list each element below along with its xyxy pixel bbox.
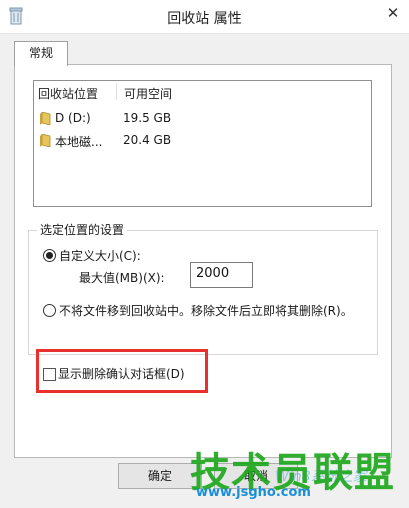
free-space-value: 19.5 GB	[123, 111, 172, 125]
close-button[interactable]: ✕	[379, 2, 407, 24]
list-header: 回收站位置 可用空间	[34, 81, 371, 103]
tab-general[interactable]: 常规	[14, 41, 68, 66]
radio-selected-dot	[46, 252, 53, 259]
confirm-delete-label[interactable]: 显示删除确认对话框(D)	[58, 365, 185, 382]
list-item[interactable]: 本地磁... 20.4 GB	[38, 131, 358, 151]
column-header-free-space[interactable]: 可用空间	[124, 85, 172, 102]
title-bar: 回收站 属性 ✕	[0, 0, 409, 34]
free-space-value: 20.4 GB	[123, 133, 172, 147]
location-name: D (D:)	[55, 111, 91, 125]
custom-size-label[interactable]: 自定义大小(C):	[59, 247, 141, 264]
column-header-location[interactable]: 回收站位置	[38, 85, 98, 102]
watermark-url: www.jsgho.com	[196, 485, 311, 500]
drive-icon	[40, 112, 51, 125]
general-panel: 回收站位置 可用空间 D (D:) 19.5 GB 本地磁... 20.4 GB…	[14, 64, 392, 458]
list-item[interactable]: D (D:) 19.5 GB	[38, 109, 358, 129]
location-name: 本地磁...	[55, 135, 103, 149]
column-separator[interactable]	[116, 83, 117, 100]
drive-icon	[40, 134, 51, 147]
confirm-delete-checkbox[interactable]	[43, 368, 56, 381]
custom-size-radio[interactable]	[43, 249, 56, 262]
no-move-radio[interactable]	[43, 304, 56, 317]
max-size-label: 最大值(MB)(X):	[79, 271, 165, 285]
no-move-label[interactable]: 不将文件移到回收站中。移除文件后立即将其删除(R)。	[59, 302, 353, 319]
window-title: 回收站 属性	[167, 11, 242, 27]
group-label: 选定位置的设置	[37, 221, 128, 238]
location-list[interactable]: 回收站位置 可用空间 D (D:) 19.5 GB 本地磁... 20.4 GB	[33, 80, 372, 207]
max-size-input[interactable]: 2000	[190, 262, 253, 288]
